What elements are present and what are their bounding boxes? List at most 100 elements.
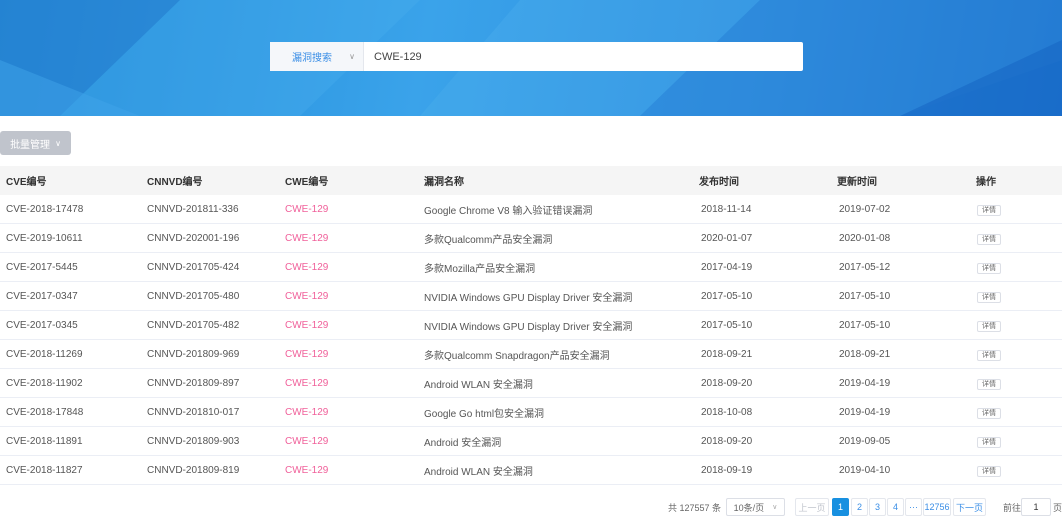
- table-row: CVE-2017-0347 CNNVD-201705-480 CWE-129 NVID…: [0, 282, 1062, 311]
- updated-date: 2018-09-21: [839, 348, 891, 360]
- detail-button[interactable]: 详情: [977, 233, 1001, 245]
- page-suffix: 页: [1053, 502, 1062, 513]
- actions-cell: 详情: [977, 378, 1001, 390]
- page-ellipsis[interactable]: ···: [905, 498, 922, 516]
- page-size-select[interactable]: 10条/页 ∨: [726, 498, 785, 516]
- published-date: 2017-05-10: [701, 319, 753, 331]
- header-updated: 更新时间: [837, 177, 877, 188]
- search-type-select[interactable]: 漏洞搜索 ∨: [270, 42, 364, 71]
- vulnerability-name: NVIDIA Windows GPU Display Driver 安全漏洞: [424, 321, 633, 333]
- cve-id: CVE-2018-11902: [6, 377, 83, 389]
- updated-date: 2017-05-10: [839, 319, 891, 331]
- header-cnnvd: CNNVD编号: [147, 177, 203, 188]
- vulnerability-name: Google Chrome V8 输入验证错误漏洞: [424, 205, 593, 217]
- header-banner: 漏洞搜索 ∨: [0, 0, 1062, 116]
- published-date: 2017-04-19: [701, 261, 753, 273]
- vulnerability-name: NVIDIA Windows GPU Display Driver 安全漏洞: [424, 292, 633, 304]
- published-date: 2017-05-10: [701, 290, 753, 302]
- updated-date: 2019-07-02: [839, 203, 891, 215]
- table-header: CVE编号 CNNVD编号 CWE编号 漏洞名称 发布时间 更新时间 操作: [0, 166, 1062, 195]
- detail-button[interactable]: 详情: [977, 407, 1001, 419]
- published-date: 2020-01-07: [701, 232, 753, 244]
- goto-page-input[interactable]: 1: [1021, 498, 1051, 516]
- cnnvd-id: CNNVD-201705-480: [147, 290, 240, 302]
- actions-cell: 详情: [977, 204, 1001, 216]
- cwe-link[interactable]: CWE-129: [285, 465, 328, 476]
- cve-id: CVE-2018-17478: [6, 203, 84, 215]
- cve-id: CVE-2018-11891: [6, 435, 83, 447]
- cwe-link[interactable]: CWE-129: [285, 436, 328, 447]
- header-actions: 操作: [976, 177, 996, 188]
- vulnerability-name: Android WLAN 安全漏洞: [424, 466, 533, 478]
- detail-button[interactable]: 详情: [977, 349, 1001, 361]
- table-row: CVE-2018-11827 CNNVD-201809-819 CWE-129 And…: [0, 456, 1062, 485]
- actions-cell: 详情: [977, 407, 1001, 419]
- header-cve: CVE编号: [6, 177, 47, 188]
- updated-date: 2019-04-10: [839, 464, 891, 476]
- page-button-4[interactable]: 4: [887, 498, 904, 516]
- detail-button[interactable]: 详情: [977, 262, 1001, 274]
- prev-page-button[interactable]: 上一页: [795, 498, 829, 516]
- cwe-link[interactable]: CWE-129: [285, 407, 328, 418]
- published-date: 2018-09-21: [701, 348, 753, 360]
- cnnvd-id: CNNVD-201809-897: [147, 377, 240, 389]
- cnnvd-id: CNNVD-201705-424: [147, 261, 240, 273]
- last-page-button[interactable]: 12756: [923, 498, 951, 516]
- cnnvd-id: CNNVD-201809-969: [147, 348, 240, 360]
- detail-button[interactable]: 详情: [977, 204, 1001, 216]
- vulnerability-name: Android 安全漏洞: [424, 437, 502, 449]
- cve-id: CVE-2018-17848: [6, 406, 84, 418]
- page-button-2[interactable]: 2: [851, 498, 868, 516]
- total-count: 共 127557 条: [668, 502, 722, 513]
- detail-button[interactable]: 详情: [977, 320, 1001, 332]
- cve-id: CVE-2017-5445: [6, 261, 78, 273]
- cve-id: CVE-2017-0345: [6, 319, 78, 331]
- table-row: CVE-2018-17848 CNNVD-201810-017 CWE-129 Goo…: [0, 398, 1062, 427]
- cnnvd-id: CNNVD-201809-819: [147, 464, 240, 476]
- table-row: CVE-2018-11902 CNNVD-201809-897 CWE-129 And…: [0, 369, 1062, 398]
- updated-date: 2019-09-05: [839, 435, 891, 447]
- page-button-3[interactable]: 3: [869, 498, 886, 516]
- actions-cell: 详情: [977, 349, 1001, 361]
- chevron-down-icon: ∨: [772, 504, 778, 511]
- detail-button[interactable]: 详情: [977, 465, 1001, 477]
- updated-date: 2017-05-12: [839, 261, 891, 273]
- updated-date: 2017-05-10: [839, 290, 891, 302]
- actions-cell: 详情: [977, 465, 1001, 477]
- vulnerability-name: Android WLAN 安全漏洞: [424, 379, 533, 391]
- updated-date: 2020-01-08: [839, 232, 891, 244]
- page-button-1[interactable]: 1: [832, 498, 849, 516]
- published-date: 2018-09-19: [701, 464, 753, 476]
- actions-cell: 详情: [977, 436, 1001, 448]
- page-size-label: 10条/页: [733, 502, 765, 513]
- vulnerability-name: 多款Qualcomm Snapdragon产品安全漏洞: [424, 350, 610, 362]
- table-row: CVE-2017-0345 CNNVD-201705-482 CWE-129 NVID…: [0, 311, 1062, 340]
- cwe-link[interactable]: CWE-129: [285, 262, 328, 273]
- cnnvd-id: CNNVD-201811-336: [147, 203, 239, 215]
- batch-manage-label: 批量管理: [10, 139, 51, 151]
- updated-date: 2019-04-19: [839, 377, 891, 389]
- actions-cell: 详情: [977, 320, 1001, 332]
- actions-cell: 详情: [977, 262, 1001, 274]
- search-input[interactable]: [364, 42, 803, 71]
- cwe-link[interactable]: CWE-129: [285, 349, 328, 360]
- cwe-link[interactable]: CWE-129: [285, 378, 328, 389]
- batch-manage-button[interactable]: 批量管理 ∨: [0, 131, 71, 155]
- chevron-down-icon: ∨: [55, 138, 61, 148]
- cwe-link[interactable]: CWE-129: [285, 204, 328, 215]
- cve-id: CVE-2018-11269: [6, 348, 83, 360]
- detail-button[interactable]: 详情: [977, 291, 1001, 303]
- cwe-link[interactable]: CWE-129: [285, 291, 328, 302]
- cwe-link[interactable]: CWE-129: [285, 320, 328, 331]
- table-row: CVE-2019-10611 CNNVD-202001-196 CWE-129 多款Q…: [0, 224, 1062, 253]
- next-page-button[interactable]: 下一页: [953, 498, 986, 516]
- table-row: CVE-2017-5445 CNNVD-201705-424 CWE-129 多款Mo…: [0, 253, 1062, 282]
- published-date: 2018-11-14: [701, 203, 752, 215]
- updated-date: 2019-04-19: [839, 406, 891, 418]
- vulnerability-name: 多款Mozilla产品安全漏洞: [424, 263, 536, 275]
- table-row: CVE-2018-17478 CNNVD-201811-336 CWE-129 Goo…: [0, 195, 1062, 224]
- cnnvd-id: CNNVD-201810-017: [147, 406, 240, 418]
- detail-button[interactable]: 详情: [977, 436, 1001, 448]
- cwe-link[interactable]: CWE-129: [285, 233, 328, 244]
- detail-button[interactable]: 详情: [977, 378, 1001, 390]
